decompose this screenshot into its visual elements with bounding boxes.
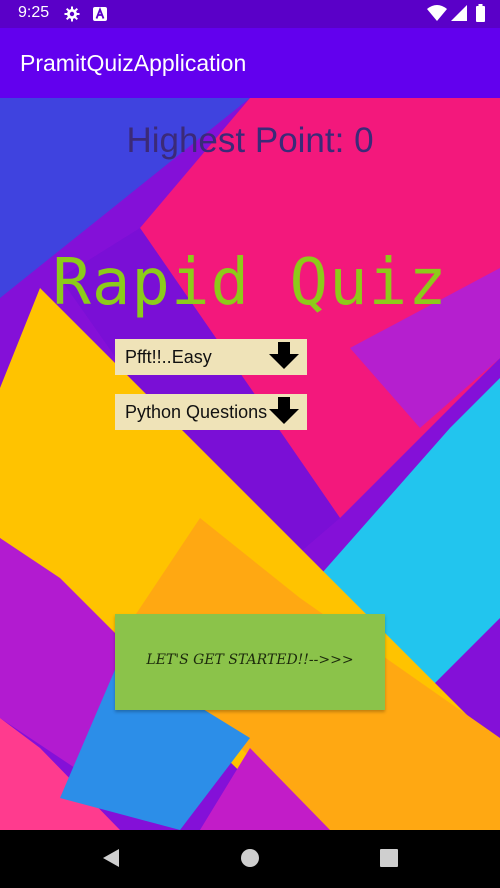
start-button[interactable]: LET'S GET STARTED!!-->>>: [115, 614, 385, 710]
status-time: 9:25: [18, 4, 50, 21]
dropdown-arrow-icon: [268, 397, 300, 429]
home-icon[interactable]: [240, 847, 260, 873]
start-button-label: LET'S GET STARTED!!-->>>: [146, 652, 354, 668]
gear-icon: [64, 6, 80, 26]
dropdown-arrow-icon: [268, 342, 300, 374]
status-bar: 9:25: [0, 0, 500, 28]
highest-point-label: Highest Point: 0: [126, 121, 374, 160]
navigation-bar: [0, 830, 500, 888]
difficulty-dropdown[interactable]: Pfft!!..Easy: [115, 339, 307, 375]
background-image: [0, 98, 500, 830]
app-bar: PramitQuizApplication: [0, 28, 500, 98]
battery-icon: [476, 4, 485, 26]
main-content: Highest Point: 0 Rapid Quiz Pfft!!..Easy…: [0, 98, 500, 830]
a-badge-icon: [93, 6, 107, 25]
topic-dropdown[interactable]: Python Questions: [115, 394, 307, 430]
difficulty-selected: Pfft!!..Easy: [125, 347, 212, 367]
topic-selected: Python Questions: [125, 402, 268, 422]
wifi-icon: [427, 5, 447, 26]
screen: 9:25 PramitQuizApplication Highest Point…: [0, 0, 500, 888]
back-icon[interactable]: [101, 847, 121, 873]
recents-icon[interactable]: [379, 847, 399, 873]
app-heading: Rapid Quiz: [52, 246, 448, 320]
app-title: PramitQuizApplication: [20, 50, 247, 76]
cell-signal-icon: [451, 5, 467, 26]
